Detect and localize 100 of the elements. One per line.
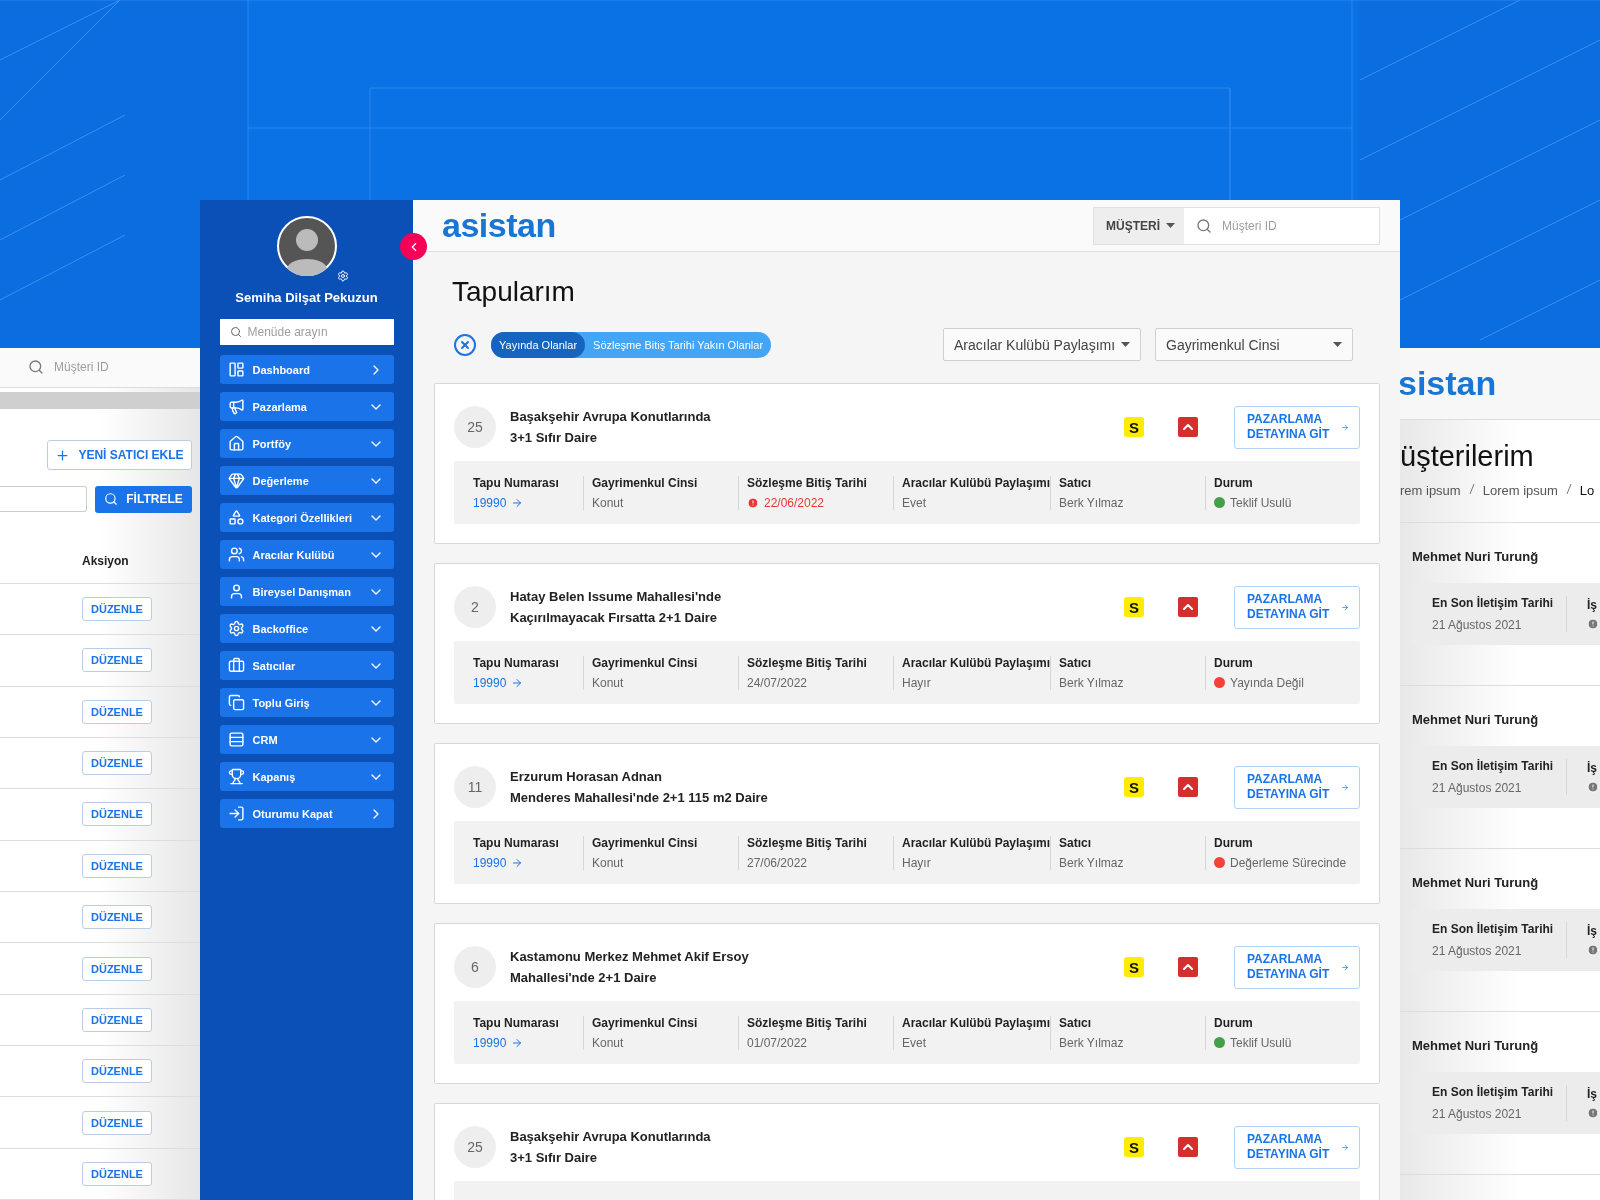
edit-button[interactable]: DÜZENLE: [82, 802, 152, 827]
clear-icon[interactable]: [453, 332, 477, 357]
edit-button[interactable]: DÜZENLE: [82, 751, 152, 776]
status-text: Yayında Değil: [1230, 675, 1304, 690]
marketing-detail-button[interactable]: PAZARLAMA DETAYINA GİT: [1234, 945, 1360, 989]
listing-title: Erzurum Horasan Adnan Menderes Mahallesi'nde 2+1 115 m2 Daire: [510, 768, 769, 807]
end-date: 27/06/2022: [747, 855, 808, 870]
detail-value: Evet: [901, 1035, 926, 1050]
avatar: [276, 216, 337, 276]
edit-button[interactable]: DÜZENLE: [82, 1110, 152, 1135]
edit-button[interactable]: DÜZENLE: [82, 699, 152, 724]
edit-button[interactable]: DÜZENLE: [82, 1007, 152, 1032]
edit-button[interactable]: DÜZENLE: [82, 1161, 152, 1186]
menu-search-field[interactable]: Menüde arayın: [219, 319, 394, 345]
end-date: 24/07/2022: [747, 675, 808, 690]
arrow-right-icon[interactable]: [511, 496, 524, 509]
detail-label: İş: [1587, 761, 1598, 775]
detail-value: Berk Yılmaz: [1059, 1035, 1124, 1050]
sidebar-item[interactable]: Kapanış: [219, 762, 394, 791]
detail-label: Tapu Numarası: [473, 1015, 560, 1030]
detail-label: Sözleşme Bitiş Tarihi: [747, 1015, 868, 1030]
filter-chip[interactable]: Sözleşme Bitiş Tarihi Yakın Olanlar: [585, 331, 772, 358]
sidebar-item[interactable]: CRM: [219, 725, 394, 754]
arrow-right-icon[interactable]: [511, 1036, 524, 1049]
add-seller-button[interactable]: YENİ SATICI EKLE: [47, 440, 192, 470]
marketing-detail-button[interactable]: PAZARLAMA DETAYINA GİT: [1234, 585, 1360, 629]
edit-button[interactable]: DÜZENLE: [82, 597, 152, 622]
detail-value: Konut: [592, 675, 624, 690]
settings-icon[interactable]: [336, 270, 349, 282]
login-icon: [227, 805, 245, 822]
marketing-detail-button[interactable]: PAZARLAMA DETAYINA GİT: [1234, 765, 1360, 809]
listing-title: Başakşehir Avrupa Konutlarında 3+1 Sıfır Daire: [510, 408, 712, 447]
chevron-up-icon: [1178, 597, 1198, 617]
breadcrumb-link[interactable]: Lo: [1579, 483, 1595, 498]
search-icon: [229, 326, 242, 338]
detail-label: Aracılar Kulübü Paylaşımı: [901, 1015, 1051, 1030]
listing-title: Kastamonu Merkez Mehmet Akif Ersoy Mahallesi'nde 2+1 Daire: [510, 948, 750, 987]
slash-separator: [1565, 483, 1572, 495]
people-icon: [227, 546, 245, 563]
detail-label: En Son İletişim Tarihi: [1432, 759, 1555, 773]
detail-value: Hayır: [901, 855, 931, 870]
slash-separator: [1468, 483, 1475, 495]
arrow-right-icon[interactable]: [511, 856, 524, 869]
filter-chip[interactable]: Yayında Olanlar: [491, 331, 586, 358]
s-badge: S: [1124, 1137, 1144, 1157]
copy-icon: [227, 694, 245, 711]
tapu-link[interactable]: 19990: [473, 495, 507, 510]
sidebar-item[interactable]: Kategori Özellikleri: [219, 503, 394, 532]
caret-icon: [1121, 342, 1130, 347]
sidebar-item[interactable]: Aracılar Kulübü: [219, 540, 394, 569]
sidebar-item[interactable]: Satıcılar: [219, 651, 394, 680]
detail-label: Durum: [1214, 835, 1254, 850]
chevron-up-icon: [1178, 1137, 1198, 1157]
filter-select[interactable]: Gayrimenkul Cinsi: [1155, 328, 1353, 361]
detail-value: Evet: [901, 495, 926, 510]
listing-number: 25: [454, 406, 496, 448]
detail-label: En Son İletişim Tarihi: [1432, 596, 1555, 610]
alert-icon: [1587, 1107, 1599, 1119]
filter-button[interactable]: FİLTRELE: [95, 485, 192, 513]
tapu-link[interactable]: 19990: [473, 675, 507, 690]
detail-value: Konut: [592, 855, 624, 870]
detail-label: Gayrimenkul Cinsi: [592, 835, 699, 850]
detail-label: Aracılar Kulübü Paylaşımı: [901, 475, 1051, 490]
filter-select[interactable]: Aracılar Kulübü Paylaşımı: [943, 328, 1141, 361]
sidebar-item[interactable]: Değerleme: [219, 466, 394, 495]
arrow-right-icon[interactable]: [511, 676, 524, 689]
detail-label: İş: [1587, 598, 1598, 612]
status-text: Teklif Usulü: [1230, 1035, 1292, 1050]
s-badge: S: [1124, 777, 1144, 797]
marketing-detail-button[interactable]: PAZARLAMA DETAYINA GİT: [1234, 405, 1360, 449]
sidebar-item[interactable]: Toplu Giriş: [219, 688, 394, 717]
sidebar-item[interactable]: Oturumu Kapat: [219, 799, 394, 828]
house-icon: [227, 435, 245, 452]
listing-number: 6: [454, 946, 496, 988]
filter-input[interactable]: [0, 486, 87, 513]
edit-button[interactable]: DÜZENLE: [82, 956, 152, 981]
detail-label: İş: [1587, 1087, 1598, 1101]
sidebar-item[interactable]: Bireysel Danışman: [219, 577, 394, 606]
edit-button[interactable]: DÜZENLE: [82, 905, 152, 930]
detail-value: Berk Yılmaz: [1059, 855, 1124, 870]
sidebar-item[interactable]: Dashboard: [219, 355, 394, 384]
marketing-detail-button[interactable]: PAZARLAMA DETAYINA GİT: [1234, 1125, 1360, 1169]
breadcrumb-link[interactable]: Lorem ipsum: [1482, 483, 1558, 498]
listing-number: 25: [454, 1126, 496, 1168]
trophy-icon: [227, 768, 245, 785]
search-field[interactable]: Müşteri ID: [0, 348, 200, 388]
detail-value: Konut: [592, 1035, 624, 1050]
sidebar-item[interactable]: Portföy: [219, 429, 394, 458]
megaphone-icon: [227, 398, 245, 415]
caret-icon: [1333, 342, 1342, 347]
breadcrumb-link[interactable]: rem ipsum: [1400, 483, 1461, 498]
edit-button[interactable]: DÜZENLE: [82, 648, 152, 673]
alert-icon: [1587, 944, 1599, 956]
sidebar-item[interactable]: Pazarlama: [219, 392, 394, 421]
sidebar-item[interactable]: Backoffice: [219, 614, 394, 643]
edit-button[interactable]: DÜZENLE: [82, 1059, 152, 1084]
s-badge: S: [1124, 597, 1144, 617]
tapu-link[interactable]: 19990: [473, 855, 507, 870]
tapu-link[interactable]: 19990: [473, 1035, 507, 1050]
edit-button[interactable]: DÜZENLE: [82, 853, 152, 878]
